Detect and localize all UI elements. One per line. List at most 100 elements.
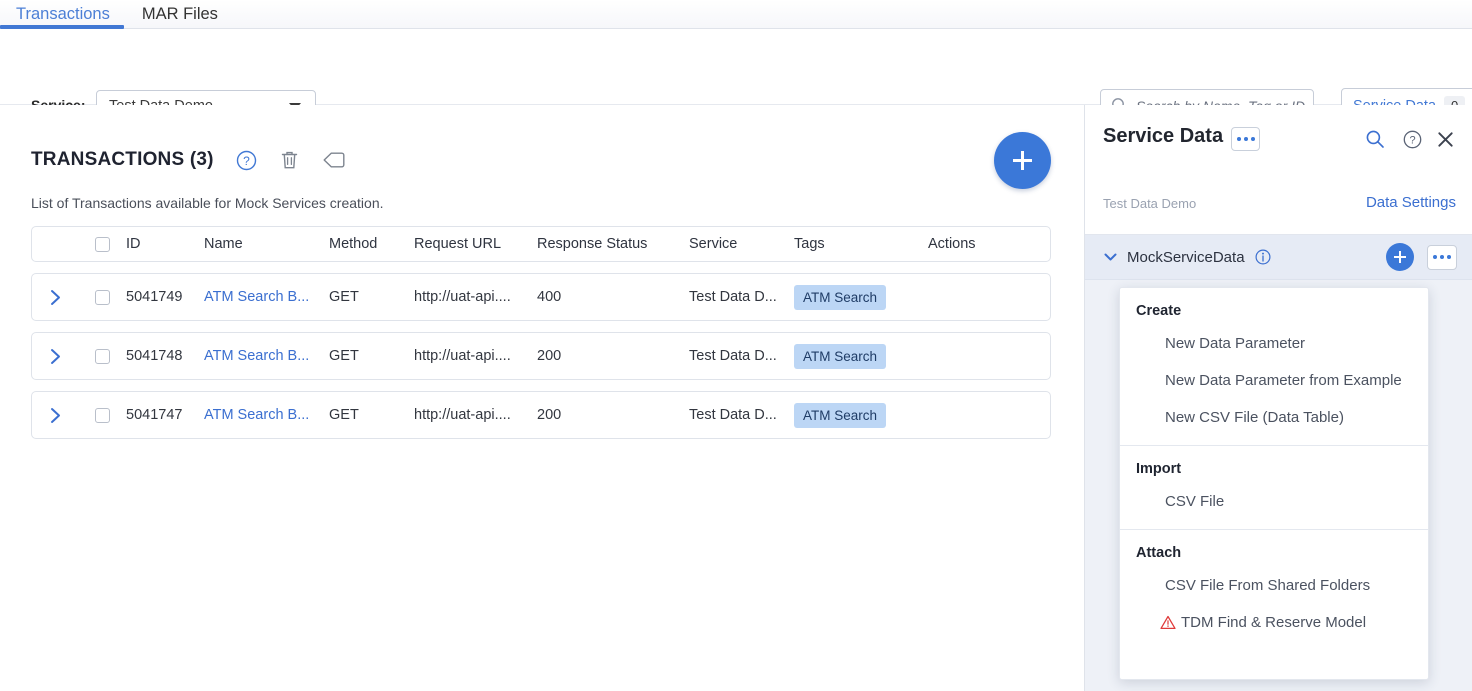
tag-icon[interactable]	[322, 149, 346, 171]
menu-group-create: Create New Data Parameter New Data Param…	[1120, 288, 1428, 436]
transactions-table: ID Name Method Request URL Response Stat…	[31, 226, 1051, 439]
menu-item-label: New Data Parameter	[1165, 335, 1305, 352]
tab-transactions[interactable]: Transactions	[0, 0, 126, 29]
row-checkbox-cell	[79, 290, 126, 305]
tag-chip[interactable]: ATM Search	[794, 403, 886, 428]
menu-group-import: Import CSV File	[1120, 446, 1428, 520]
header-response-status: Response Status	[537, 236, 689, 252]
menu-heading-import: Import	[1120, 446, 1428, 483]
expand-row-button[interactable]	[32, 407, 79, 424]
info-icon[interactable]	[1255, 249, 1271, 265]
header-tags: Tags	[794, 236, 928, 252]
tab-mar-files-label: MAR Files	[142, 5, 218, 24]
menu-item-csv-file-from-shared-folders[interactable]: CSV File From Shared Folders	[1120, 567, 1428, 604]
select-all-checkbox[interactable]	[95, 237, 110, 252]
menu-heading-attach: Attach	[1120, 530, 1428, 567]
menu-item-tdm-find-reserve-model[interactable]: TDM Find & Reserve Model	[1120, 604, 1428, 641]
table-row[interactable]: 5041747 ATM Search B... GET http://uat-a…	[31, 391, 1051, 439]
header-name: Name	[204, 236, 329, 252]
row-checkbox-cell	[79, 349, 126, 364]
cell-name[interactable]: ATM Search B...	[204, 289, 329, 305]
menu-item-new-data-parameter[interactable]: New Data Parameter	[1120, 325, 1428, 362]
main-content: TRANSACTIONS (3) ?	[0, 105, 1084, 691]
menu-item-label: TDM Find & Reserve Model	[1181, 614, 1366, 631]
add-transaction-button[interactable]	[994, 132, 1051, 189]
menu-item-csv-file[interactable]: CSV File	[1120, 483, 1428, 520]
cell-request-url: http://uat-api....	[414, 407, 537, 423]
menu-item-new-data-parameter-from-example[interactable]: New Data Parameter from Example	[1120, 362, 1428, 399]
table-row[interactable]: 5041748 ATM Search B... GET http://uat-a…	[31, 332, 1051, 380]
cell-id: 5041748	[126, 348, 204, 364]
header-method: Method	[329, 236, 414, 252]
cell-request-url: http://uat-api....	[414, 348, 537, 364]
chevron-right-icon	[49, 289, 62, 306]
panel-more-button[interactable]	[1231, 127, 1260, 151]
tag-chip[interactable]: ATM Search	[794, 285, 886, 310]
panel-search-icon[interactable]	[1365, 129, 1385, 149]
menu-heading-create: Create	[1120, 288, 1428, 325]
panel-close-icon[interactable]	[1437, 131, 1454, 148]
row-checkbox[interactable]	[95, 349, 110, 364]
menu-group-attach: Attach CSV File From Shared Folders TDM …	[1120, 530, 1428, 641]
row-checkbox-cell	[79, 408, 126, 423]
trash-icon[interactable]	[279, 149, 300, 171]
cell-response-status: 400	[537, 289, 689, 305]
header-service: Service	[689, 236, 794, 252]
panel-subtitle: Test Data Demo	[1103, 196, 1196, 211]
panel-header: Service Data ? T	[1085, 105, 1472, 235]
chevron-right-icon	[49, 407, 62, 424]
cell-method: GET	[329, 348, 414, 364]
tag-chip[interactable]: ATM Search	[794, 344, 886, 369]
cell-name[interactable]: ATM Search B...	[204, 407, 329, 423]
cell-method: GET	[329, 407, 414, 423]
cell-request-url: http://uat-api....	[414, 289, 537, 305]
cell-name[interactable]: ATM Search B...	[204, 348, 329, 364]
section-subtitle: List of Transactions available for Mock …	[31, 195, 384, 211]
menu-item-label: New CSV File (Data Table)	[1165, 409, 1344, 426]
expand-row-button[interactable]	[32, 348, 79, 365]
cell-id: 5041747	[126, 407, 204, 423]
menu-item-label: CSV File	[1165, 493, 1224, 510]
cell-method: GET	[329, 289, 414, 305]
svg-text:?: ?	[243, 154, 250, 168]
section-header: TRANSACTIONS (3) ?	[31, 149, 346, 171]
cell-id: 5041749	[126, 289, 204, 305]
menu-item-label: CSV File From Shared Folders	[1165, 577, 1370, 594]
warning-triangle-icon	[1160, 615, 1176, 630]
cell-response-status: 200	[537, 348, 689, 364]
cell-service: Test Data D...	[689, 407, 794, 423]
select-all-checkbox-cell	[79, 237, 126, 252]
cell-service: Test Data D...	[689, 289, 794, 305]
panel-title: Service Data	[1103, 125, 1223, 148]
row-checkbox[interactable]	[95, 408, 110, 423]
create-data-menu: Create New Data Parameter New Data Param…	[1119, 287, 1429, 680]
add-data-button[interactable]	[1386, 243, 1414, 271]
cell-tags: ATM Search	[794, 285, 928, 310]
cell-service: Test Data D...	[689, 348, 794, 364]
cell-tags: ATM Search	[794, 403, 928, 428]
node-more-button[interactable]	[1427, 245, 1457, 270]
header-id: ID	[126, 236, 204, 252]
table-row[interactable]: 5041749 ATM Search B... GET http://uat-a…	[31, 273, 1051, 321]
menu-item-label: New Data Parameter from Example	[1165, 372, 1402, 389]
row-checkbox[interactable]	[95, 290, 110, 305]
help-circle-icon[interactable]: ?	[236, 150, 257, 171]
node-label: MockServiceData	[1127, 249, 1245, 266]
page-title: TRANSACTIONS (3)	[31, 149, 214, 171]
cell-response-status: 200	[537, 407, 689, 423]
table-header-row: ID Name Method Request URL Response Stat…	[31, 226, 1051, 262]
data-settings-link[interactable]: Data Settings	[1366, 194, 1456, 211]
app-root: Transactions MAR Files Service: Test Dat…	[0, 0, 1472, 691]
toolbar: Service: Test Data Demo Service Data 0	[0, 29, 1472, 105]
chevron-down-icon[interactable]	[1103, 250, 1118, 264]
header-actions: Actions	[928, 236, 1018, 252]
header-request-url: Request URL	[414, 236, 537, 252]
tab-mar-files[interactable]: MAR Files	[126, 0, 234, 29]
svg-text:?: ?	[1409, 135, 1415, 147]
chevron-right-icon	[49, 348, 62, 365]
cell-tags: ATM Search	[794, 344, 928, 369]
menu-item-new-csv-file[interactable]: New CSV File (Data Table)	[1120, 399, 1428, 436]
expand-row-button[interactable]	[32, 289, 79, 306]
mock-service-data-node[interactable]: MockServiceData	[1085, 235, 1472, 280]
panel-help-circle-icon[interactable]: ?	[1403, 130, 1422, 149]
